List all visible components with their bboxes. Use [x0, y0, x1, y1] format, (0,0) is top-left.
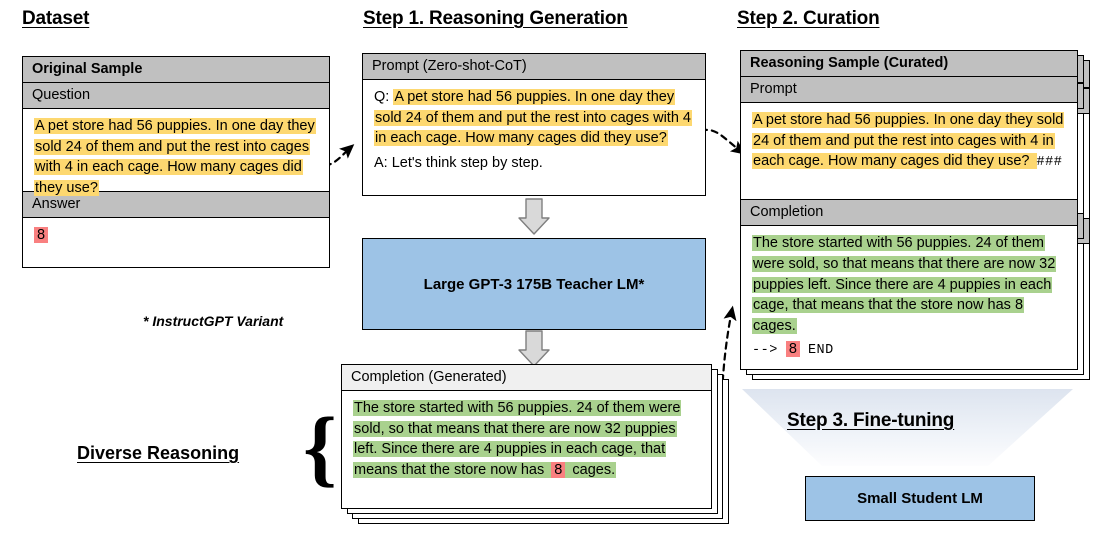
- completion-generated-text-after: cages.: [571, 461, 617, 478]
- chevron-down-icon-2: [518, 330, 550, 367]
- reasoning-prompt-suffix: ###: [1036, 155, 1063, 171]
- figure-canvas: Dataset Step 1. Reasoning Generation Ste…: [0, 0, 1107, 537]
- reasoning-completion-body: The store started with 56 puppies. 24 of…: [741, 226, 1077, 368]
- completion-generated-text: The store started with 56 puppies. 24 of…: [353, 400, 682, 478]
- prompt-question-text: A pet store had 56 puppies. In one day t…: [374, 89, 692, 147]
- diverse-reasoning-label: Diverse Reasoning: [77, 443, 240, 463]
- answer-body: 8: [23, 218, 329, 254]
- reasoning-arrow-token: -->: [752, 343, 778, 359]
- prompt-card: Prompt (Zero-shot-CoT) Q: A pet store ha…: [362, 53, 706, 196]
- column-title-step2: Step 2. Curation: [737, 8, 880, 29]
- prompt-card-body: Q: A pet store had 56 puppies. In one da…: [363, 80, 705, 181]
- original-sample-card: Original Sample Question A pet store had…: [22, 56, 330, 268]
- prompt-card-header: Prompt (Zero-shot-CoT): [363, 54, 705, 81]
- column-title-step3: Step 3. Fine-tuning: [787, 410, 955, 431]
- reasoning-completion-label: Completion: [741, 199, 1077, 227]
- column-title-step1: Step 1. Reasoning Generation: [363, 8, 628, 29]
- reasoning-sample-header: Reasoning Sample (Curated): [741, 51, 1077, 78]
- chevron-down-icon-1: [518, 198, 550, 235]
- completion-generated-card: Completion (Generated) The store started…: [341, 364, 712, 509]
- reasoning-completion-text: The store started with 56 puppies. 24 of…: [752, 235, 1057, 334]
- column-title-dataset: Dataset: [22, 8, 90, 29]
- prompt-a-line: A: Let's think step by step.: [374, 154, 543, 171]
- answer-label: Answer: [23, 191, 329, 219]
- arrow-prompt-to-curated: [699, 128, 746, 155]
- reasoning-end-token: END: [807, 343, 834, 359]
- reasoning-prompt-text: A pet store had 56 puppies. In one day t…: [752, 112, 1065, 170]
- question-body: A pet store had 56 puppies. In one day t…: [23, 109, 329, 196]
- teacher-lm-box: Large GPT-3 175B Teacher LM*: [362, 238, 706, 330]
- original-sample-header: Original Sample: [23, 57, 329, 84]
- instructgpt-footnote: * InstructGPT Variant: [143, 313, 284, 329]
- reasoning-answer-value: 8: [785, 341, 800, 358]
- student-lm-label: Small Student LM: [857, 490, 983, 507]
- question-text: A pet store had 56 puppies. In one day t…: [34, 118, 316, 196]
- completion-generated-answer: 8: [551, 461, 566, 478]
- completion-generated-body: The store started with 56 puppies. 24 of…: [342, 391, 711, 488]
- question-label: Question: [23, 83, 329, 110]
- prompt-q-prefix: Q:: [374, 89, 390, 106]
- curly-brace-icon: {: [303, 399, 337, 495]
- reasoning-prompt-body: A pet store had 56 puppies. In one day t…: [741, 103, 1077, 199]
- completion-generated-header: Completion (Generated): [342, 365, 711, 392]
- reasoning-prompt-label: Prompt: [741, 77, 1077, 104]
- answer-value: 8: [34, 227, 49, 244]
- teacher-lm-label: Large GPT-3 175B Teacher LM*: [423, 275, 645, 293]
- student-lm-box: Small Student LM: [805, 476, 1035, 521]
- reasoning-sample-card: Reasoning Sample (Curated) Prompt A pet …: [740, 50, 1078, 370]
